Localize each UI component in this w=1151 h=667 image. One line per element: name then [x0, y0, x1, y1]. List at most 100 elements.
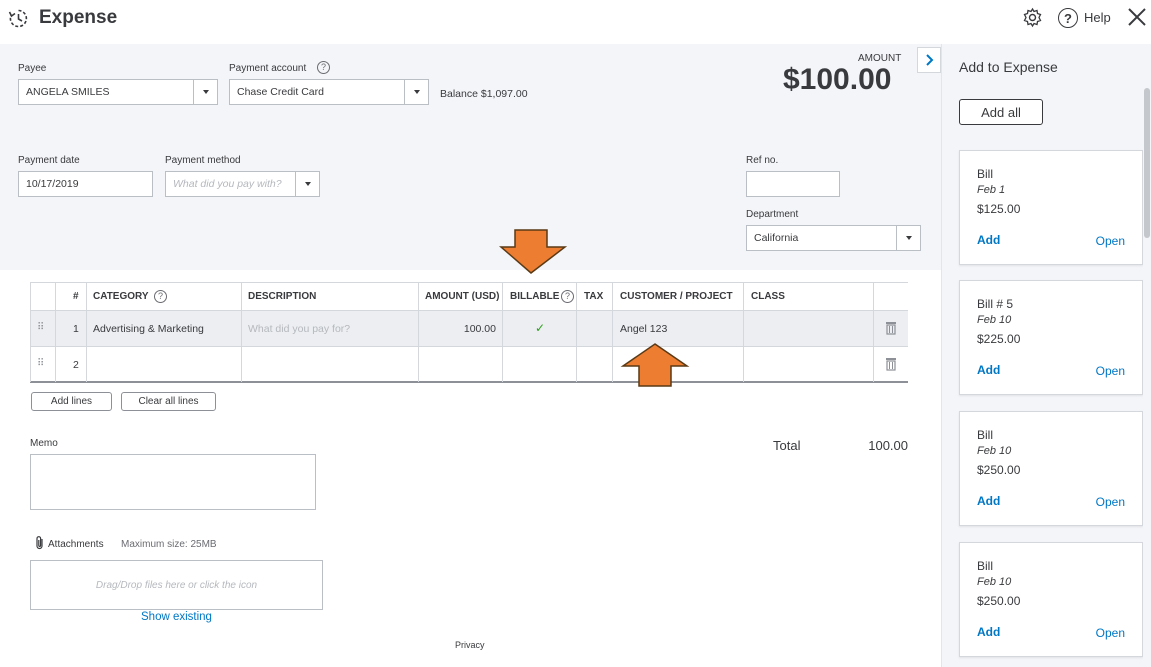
- balance-value: $1,097.00: [480, 88, 528, 100]
- col-divider: [743, 282, 744, 382]
- settings-gear-icon[interactable]: [1022, 7, 1043, 28]
- col-divider: [576, 282, 577, 382]
- drag-handle-icon[interactable]: ⠿: [37, 358, 44, 369]
- card-open-link[interactable]: Open: [1096, 626, 1125, 640]
- col-header-category: CATEGORY: [93, 291, 149, 302]
- annotation-arrow-up: [620, 342, 690, 388]
- row-category[interactable]: Advertising & Marketing: [93, 323, 204, 335]
- ref-no-label: Ref no.: [746, 155, 779, 166]
- col-divider: [55, 282, 56, 382]
- add-to-expense-sidebar: Add to Expense Add all Bill Feb 1 $125.0…: [941, 44, 1151, 667]
- col-divider: [241, 282, 242, 382]
- department-label: Department: [746, 209, 799, 220]
- bill-card[interactable]: Bill Feb 10 $250.00 Add Open: [959, 542, 1143, 657]
- help-link[interactable]: Help: [1084, 10, 1111, 25]
- row-description[interactable]: What did you pay for?: [248, 323, 350, 335]
- sidebar-title: Add to Expense: [959, 59, 1058, 75]
- toggle-sidebar-button[interactable]: [917, 47, 941, 73]
- payment-method-label: Payment method: [165, 155, 241, 166]
- col-header-class: CLASS: [751, 291, 785, 302]
- row-divider: [30, 346, 908, 347]
- question-mark-icon[interactable]: ?: [561, 290, 574, 303]
- payee-dropdown-button[interactable]: [193, 79, 218, 105]
- payment-date-label: Payment date: [18, 155, 80, 166]
- row-number: 1: [73, 323, 79, 335]
- card-amount: $125.00: [977, 202, 1021, 216]
- card-date: Feb 10: [977, 314, 1012, 326]
- col-header-billable: BILLABLE: [510, 291, 560, 302]
- card-open-link[interactable]: Open: [1096, 234, 1125, 248]
- col-header-customer-project: CUSTOMER / PROJECT: [620, 291, 733, 302]
- department-dropdown-button[interactable]: [896, 225, 921, 251]
- trash-icon[interactable]: [885, 321, 897, 335]
- show-existing-link[interactable]: Show existing: [141, 611, 212, 623]
- amount-total: $100.00: [783, 63, 892, 96]
- bill-card[interactable]: Bill Feb 1 $125.00 Add Open: [959, 150, 1143, 265]
- card-date: Feb 1: [977, 184, 1006, 196]
- row-customer-project[interactable]: Angel 123: [620, 323, 667, 335]
- memo-label: Memo: [30, 438, 58, 449]
- attachment-dropzone[interactable]: Drag/Drop files here or click the icon: [30, 560, 323, 610]
- payment-method-field[interactable]: What did you pay with?: [165, 171, 296, 197]
- trash-icon[interactable]: [885, 357, 897, 371]
- card-amount: $225.00: [977, 332, 1021, 346]
- add-all-button[interactable]: Add all: [959, 99, 1043, 125]
- total-label: Total: [773, 438, 801, 453]
- card-open-link[interactable]: Open: [1096, 364, 1125, 378]
- sidebar-scrollbar-thumb[interactable]: [1144, 88, 1150, 238]
- bill-card[interactable]: Bill # 5 Feb 10 $225.00 Add Open: [959, 280, 1143, 395]
- col-divider: [30, 282, 31, 382]
- card-add-link[interactable]: Add: [977, 494, 1000, 508]
- payee-field[interactable]: ANGELA SMILES: [18, 79, 194, 105]
- payment-date-field[interactable]: 10/17/2019: [18, 171, 153, 197]
- bill-card[interactable]: Bill Feb 10 $250.00 Add Open: [959, 411, 1143, 526]
- col-header-tax: TAX: [584, 291, 604, 302]
- card-date: Feb 10: [977, 445, 1012, 457]
- privacy-link[interactable]: Privacy: [455, 640, 485, 650]
- max-size-label: Maximum size: 25MB: [121, 539, 217, 550]
- drag-handle-icon[interactable]: ⠿: [37, 322, 44, 333]
- card-type: Bill: [977, 559, 994, 573]
- payment-account-label: Payment account: [229, 63, 307, 74]
- col-divider: [86, 282, 87, 382]
- card-add-link[interactable]: Add: [977, 625, 1000, 639]
- row-amount[interactable]: 100.00: [419, 323, 496, 335]
- recent-transactions-icon[interactable]: [8, 8, 29, 29]
- payment-method-dropdown-button[interactable]: [295, 171, 320, 197]
- top-bar: [0, 0, 1151, 44]
- col-header-number: #: [73, 291, 79, 302]
- chevron-down-icon: [304, 182, 311, 186]
- paperclip-icon[interactable]: [33, 535, 47, 551]
- card-add-link[interactable]: Add: [977, 363, 1000, 377]
- memo-textarea[interactable]: [30, 454, 316, 510]
- add-lines-button[interactable]: Add lines: [31, 392, 112, 411]
- card-type: Bill: [977, 428, 994, 442]
- card-open-link[interactable]: Open: [1096, 495, 1125, 509]
- card-type: Bill # 5: [977, 297, 1014, 311]
- table-bottom-border: [30, 381, 908, 383]
- balance-display: Balance $1,097.00: [440, 88, 528, 100]
- chevron-right-icon: [926, 54, 934, 66]
- clear-all-lines-button[interactable]: Clear all lines: [121, 392, 216, 411]
- chevron-down-icon: [413, 90, 420, 94]
- page-title: Expense: [39, 7, 118, 28]
- department-field[interactable]: California: [746, 225, 897, 251]
- row-number: 2: [73, 359, 79, 371]
- payment-account-dropdown-button[interactable]: [404, 79, 429, 105]
- billable-checkmark-icon[interactable]: ✓: [535, 321, 545, 335]
- ref-no-field[interactable]: [746, 171, 840, 197]
- help-icon[interactable]: ?: [1058, 8, 1078, 28]
- payee-label: Payee: [18, 63, 47, 74]
- balance-label: Balance: [440, 88, 478, 100]
- close-icon[interactable]: [1126, 6, 1148, 28]
- col-divider: [612, 282, 613, 382]
- table-header-border: [30, 310, 908, 311]
- payment-account-field[interactable]: Chase Credit Card: [229, 79, 405, 105]
- card-add-link[interactable]: Add: [977, 233, 1000, 247]
- col-divider: [873, 282, 874, 382]
- question-mark-icon[interactable]: ?: [154, 290, 167, 303]
- card-date: Feb 10: [977, 576, 1012, 588]
- annotation-arrow-down: [498, 229, 568, 275]
- question-mark-icon[interactable]: ?: [317, 61, 330, 74]
- col-header-amount: AMOUNT (USD): [425, 291, 500, 302]
